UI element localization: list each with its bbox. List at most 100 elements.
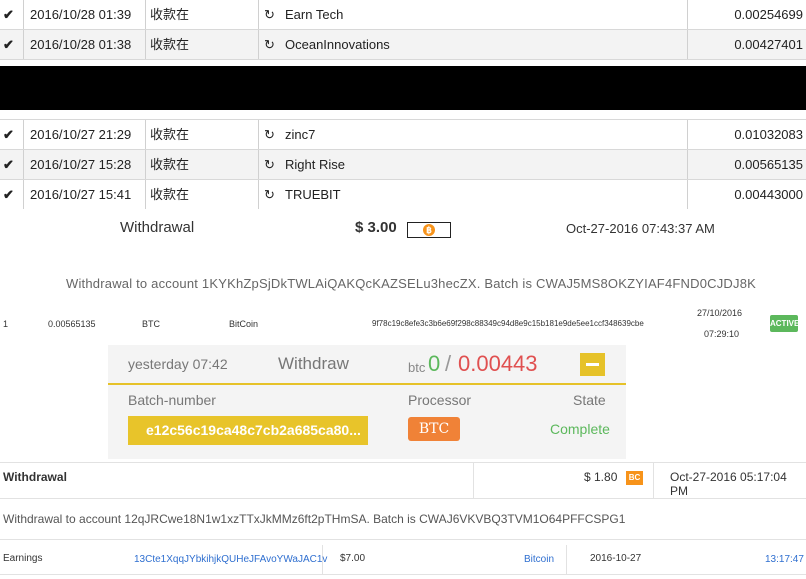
check-icon: ✔ [3, 157, 14, 172]
earnings-date: 2016-10-27 [590, 553, 642, 564]
row-index: 1 [3, 319, 9, 329]
tx-amount: 0.00565135 [734, 157, 803, 172]
table-row: ✔ 2016/10/28 01:38 收款在 ↻ OceanInnovation… [0, 30, 806, 60]
row-method: BitCoin [229, 319, 259, 329]
batch-number-label: Batch-number [128, 392, 216, 408]
undo-icon: ↻ [264, 37, 275, 52]
column-divider [258, 0, 259, 29]
processor-label: Processor [408, 392, 472, 408]
withdrawal-amount: $ 1.80 [584, 470, 618, 484]
state-label: State [573, 392, 606, 408]
tx-name: Earn Tech [285, 7, 344, 22]
status-badge: ACTIVE [770, 315, 799, 332]
undo-icon: ↻ [264, 187, 275, 202]
divider [0, 574, 806, 575]
tx-amount: 0.00443000 [734, 187, 803, 202]
row-hash: 9f78c19c8efe3c3b6e69f298c88349c94d8e9c15… [372, 319, 644, 328]
tx-date: 2016/10/28 01:39 [30, 7, 132, 22]
tx-date: 2016/10/27 21:29 [30, 127, 132, 142]
column-divider [258, 150, 259, 179]
table-row: ✔ 2016/10/27 15:41 收款在 ↻ TRUEBIT 0.00443… [0, 180, 806, 210]
coin-box: ฿ [407, 222, 451, 238]
withdraw-value-total: 0.00443 [458, 351, 538, 376]
column-divider [23, 120, 24, 149]
column-divider [687, 180, 688, 209]
column-divider [687, 0, 688, 29]
check-icon: ✔ [3, 7, 14, 22]
column-divider [23, 180, 24, 209]
column-divider [687, 120, 688, 149]
row-amount: 0.00565135 [48, 319, 96, 329]
bitcoin-icon: ฿ [423, 224, 435, 236]
earnings-label: Earnings [3, 553, 43, 564]
tx-date: 2016/10/27 15:41 [30, 187, 132, 202]
tx-status: 收款在 [150, 37, 190, 52]
column-divider [258, 180, 259, 209]
tx-name: Right Rise [285, 157, 345, 172]
withdrawal-date: Oct-27-2016 07:43:37 AM [566, 221, 715, 236]
row-time: 07:29:10 [704, 329, 740, 339]
withdrawal-date: Oct-27-2016 05:17:04 PM [670, 470, 787, 498]
tx-name: OceanInnovations [285, 37, 390, 52]
column-divider [145, 0, 146, 29]
tx-status: 收款在 [150, 7, 190, 22]
minus-icon [586, 363, 599, 366]
collapse-button[interactable] [580, 353, 605, 376]
column-divider [23, 0, 24, 29]
row-date: 27/10/2016 [697, 308, 743, 318]
column-divider [653, 462, 654, 498]
column-divider [145, 120, 146, 149]
undo-icon: ↻ [264, 157, 275, 172]
undo-icon: ↻ [264, 7, 275, 22]
withdrawal-note: Withdrawal to account 1KYKhZpSjDkTWLAiQA… [66, 276, 757, 291]
withdrawal-label: Withdrawal [120, 219, 195, 236]
column-divider [23, 150, 24, 179]
tx-status: 收款在 [150, 157, 190, 172]
undo-icon: ↻ [264, 127, 275, 142]
check-icon: ✔ [3, 37, 14, 52]
processor-button[interactable]: BTC [408, 417, 460, 441]
state-value: Complete [550, 421, 610, 437]
table-row: ✔ 2016/10/28 01:39 收款在 ↻ Earn Tech 0.002… [0, 0, 806, 30]
column-divider [145, 150, 146, 179]
withdraw-title: Withdraw [278, 354, 349, 373]
column-divider [258, 30, 259, 59]
column-divider [566, 545, 567, 575]
tx-date: 2016/10/28 01:38 [30, 37, 132, 52]
withdraw-value-received: 0 [428, 351, 441, 376]
redaction-bar [0, 66, 806, 110]
check-icon: ✔ [3, 127, 14, 142]
earnings-method-link[interactable]: Bitcoin [524, 554, 554, 565]
earnings-amount: $7.00 [340, 553, 366, 564]
divider [0, 539, 806, 540]
tx-amount: 0.00427401 [734, 37, 803, 52]
table-row: ✔ 2016/10/27 21:29 收款在 ↻ zinc7 0.0103208… [0, 120, 806, 150]
tx-status: 收款在 [150, 187, 190, 202]
divider [0, 462, 806, 463]
tx-amount: 0.01032083 [734, 127, 803, 142]
tx-date: 2016/10/27 15:28 [30, 157, 132, 172]
earnings-time: 13:17:47 [765, 554, 804, 565]
row-currency: BTC [142, 319, 160, 329]
batch-number-value[interactable]: e12c56c19ca48c7cb2a685ca80... [128, 416, 368, 445]
tx-name: TRUEBIT [285, 187, 341, 202]
column-divider [687, 30, 688, 59]
column-divider [473, 462, 474, 498]
bitcoin-badge: BC [626, 471, 643, 485]
withdraw-currency: btc [408, 360, 426, 375]
redaction-gap [0, 110, 806, 120]
withdraw-card-header: yesterday 07:42 Withdraw btc 0 / 0.00443 [108, 345, 626, 385]
withdrawal-label: Withdrawal [3, 470, 67, 484]
column-divider [687, 150, 688, 179]
withdraw-time: yesterday 07:42 [128, 356, 228, 372]
tx-name: zinc7 [285, 127, 316, 142]
check-icon: ✔ [3, 187, 14, 202]
column-divider [23, 30, 24, 59]
withdrawal-amount: $ 3.00 [355, 219, 397, 236]
earnings-address-link[interactable]: 13Cte1XqqJYbkihjkQUHeJFAvoYWaJAC1v [134, 554, 327, 565]
tx-status: 收款在 [150, 127, 190, 142]
withdraw-slash: / [445, 351, 452, 376]
divider [0, 498, 806, 499]
tx-amount: 0.00254699 [734, 7, 803, 22]
table-row: ✔ 2016/10/27 15:28 收款在 ↻ Right Rise 0.00… [0, 150, 806, 180]
